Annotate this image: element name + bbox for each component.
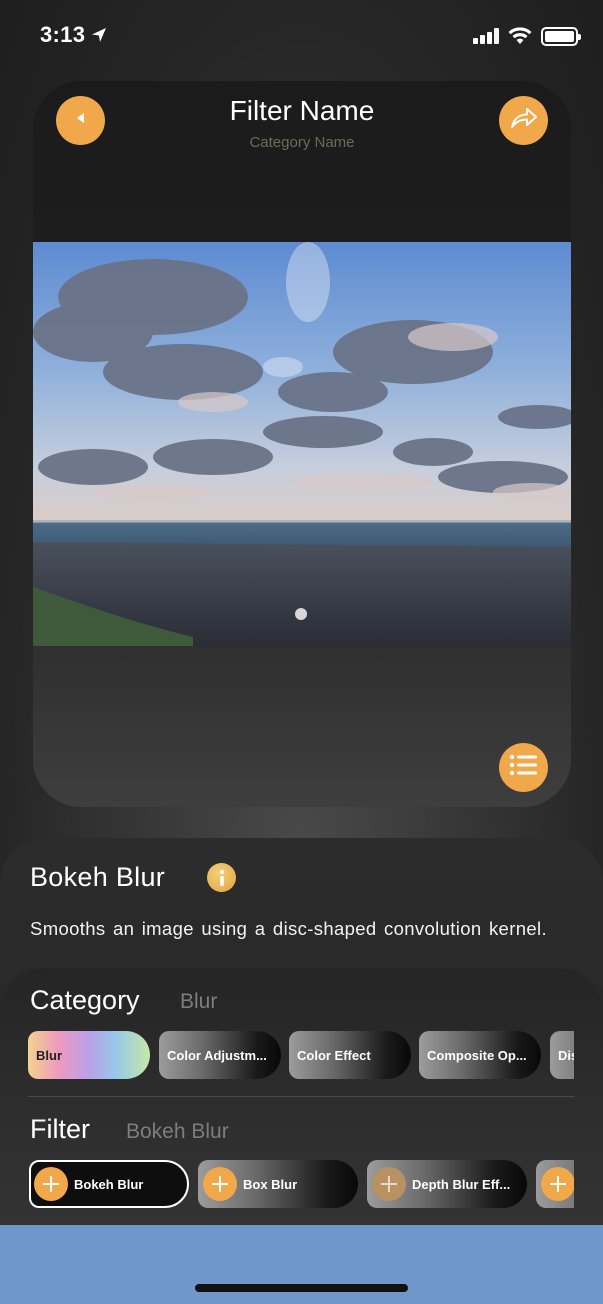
category-chip-row[interactable]: Blur Color Adjustm... Color Effect Compo… [28, 1031, 574, 1079]
category-chip-label: Dis [558, 1047, 574, 1063]
filter-chip-bokeh-blur[interactable]: Bokeh Blur [29, 1160, 189, 1208]
filter-chip-next[interactable] [536, 1160, 574, 1208]
category-chip-label: Color Effect [297, 1047, 371, 1063]
list-icon [509, 753, 539, 782]
category-subtitle: Category Name [249, 134, 355, 151]
filter-chip-label: Bokeh Blur [74, 1176, 144, 1192]
selected-category-value: Blur [180, 990, 218, 1013]
filter-description: Smooths an image using a disc-shaped con… [30, 918, 547, 939]
plus-icon [372, 1167, 406, 1201]
info-icon[interactable] [207, 863, 236, 892]
category-chip-color-effect[interactable]: Color Effect [289, 1031, 411, 1079]
share-arrow-icon [509, 105, 539, 136]
plus-icon [34, 1167, 68, 1201]
filter-chip-box-blur[interactable]: Box Blur [198, 1160, 358, 1208]
battery-icon [541, 27, 581, 46]
filter-label: Filter [30, 1114, 90, 1144]
category-chip-label: Blur [36, 1047, 62, 1063]
filter-name: Bokeh Blur [30, 862, 166, 892]
plus-icon [541, 1167, 574, 1201]
preview-card: Filter Name Category Name [33, 81, 571, 807]
category-chip-composite-operation[interactable]: Composite Op... [419, 1031, 541, 1079]
status-bar: 3:13 [0, 0, 603, 70]
category-label: Category [30, 985, 140, 1015]
filter-title: Filter Name [229, 95, 375, 126]
home-indicator[interactable] [195, 1284, 408, 1292]
status-time: 3:13 [40, 22, 86, 47]
list-button[interactable] [499, 743, 548, 792]
section-divider [28, 1096, 574, 1097]
share-button[interactable] [499, 96, 548, 145]
bottom-strip [0, 1225, 603, 1304]
category-chip-blur[interactable]: Blur [28, 1031, 150, 1079]
wifi-icon [507, 25, 533, 50]
signal-bars-icon [473, 28, 499, 44]
plus-icon [203, 1167, 237, 1201]
preview-photo [33, 242, 571, 646]
category-chip-label: Composite Op... [427, 1047, 527, 1063]
category-chip-distortion[interactable]: Dis [550, 1031, 574, 1079]
filter-chip-label: Box Blur [243, 1176, 298, 1192]
category-chip-color-adjustment[interactable]: Color Adjustm... [159, 1031, 281, 1079]
filter-chip-label: Depth Blur Eff... [412, 1176, 511, 1192]
location-arrow-icon [91, 23, 107, 49]
filter-chip-row[interactable]: Bokeh Blur Box Blur Depth Blur Eff... [28, 1160, 574, 1210]
category-chip-label: Color Adjustm... [167, 1047, 267, 1063]
filter-chip-depth-blur-effect[interactable]: Depth Blur Eff... [367, 1160, 527, 1208]
selected-filter-value: Bokeh Blur [126, 1120, 229, 1143]
